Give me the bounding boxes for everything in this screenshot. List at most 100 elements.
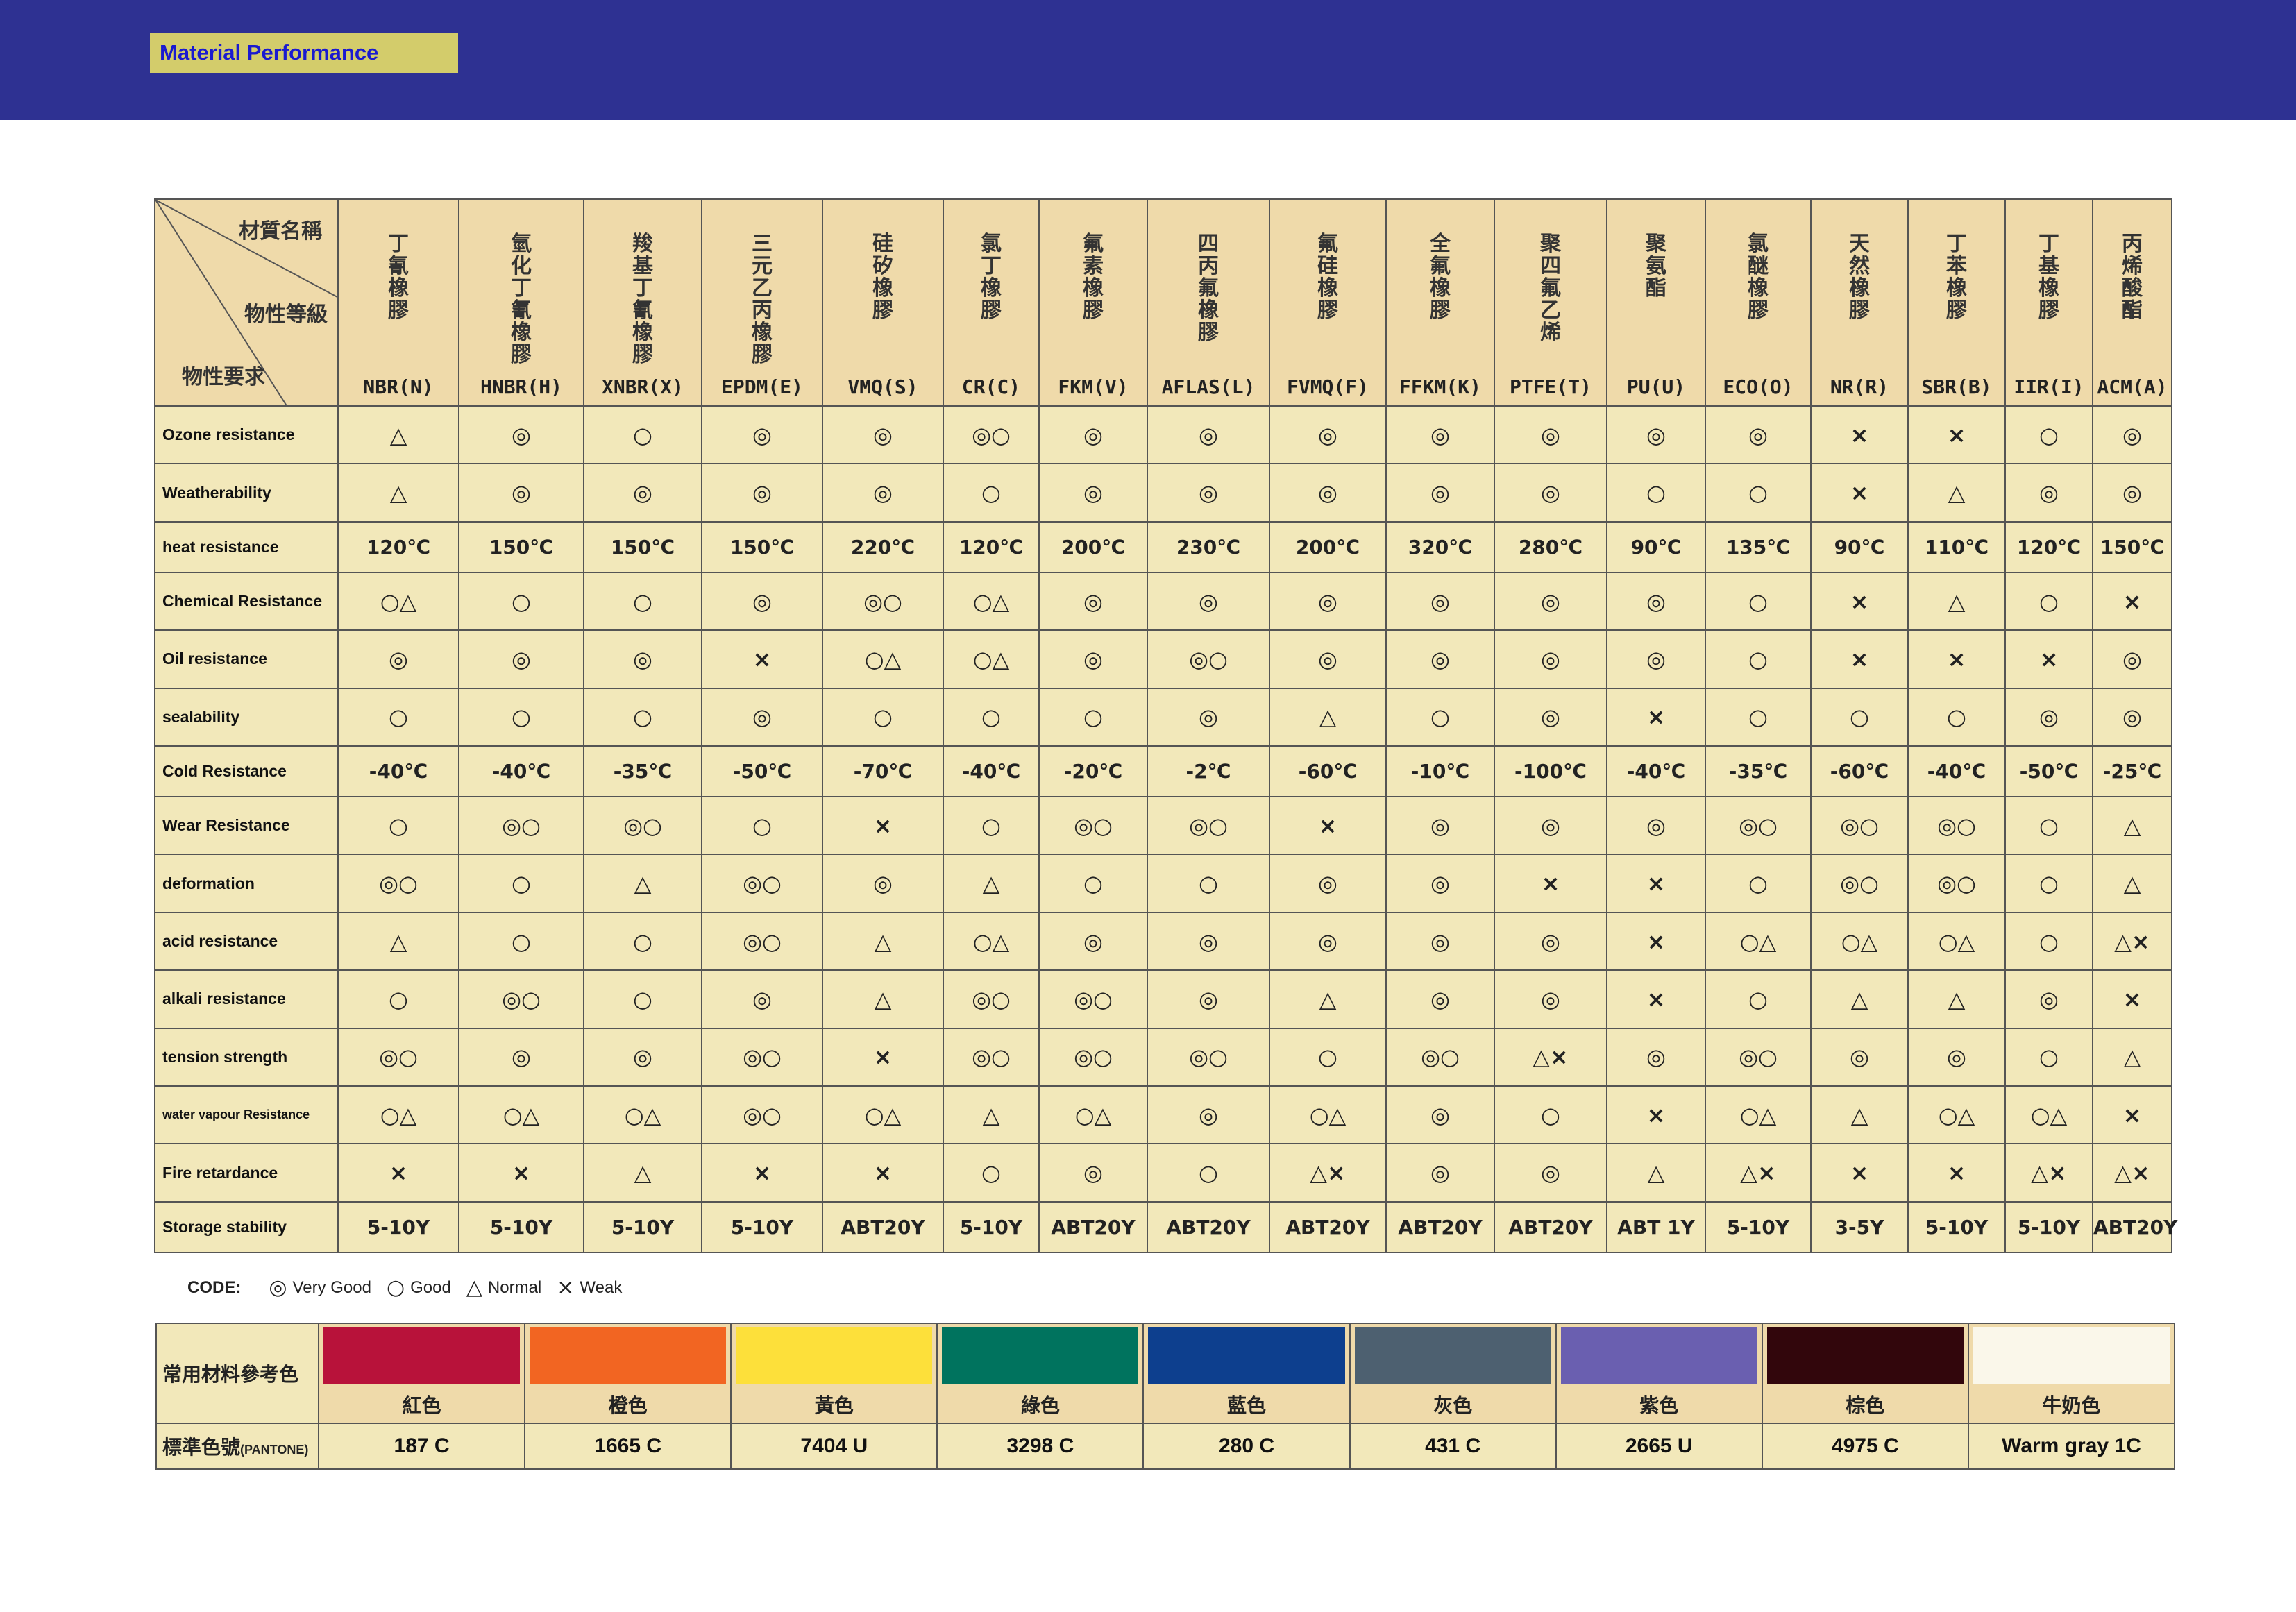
- rating-cell: ○: [1494, 1085, 1607, 1145]
- pantone-label-text: 標準色號: [162, 1436, 241, 1459]
- property-label: water vapour Resistance: [154, 1085, 339, 1145]
- rating-cell: ◎○: [701, 911, 823, 972]
- rating-cell: △: [1606, 1143, 1706, 1203]
- rating-cell: 320℃: [1385, 520, 1495, 573]
- rating-cell: -20℃: [1038, 745, 1148, 797]
- rating-cell: ◎: [1385, 795, 1495, 856]
- property-label: deformation: [154, 854, 339, 913]
- rating-cell: ○: [1385, 687, 1495, 747]
- rating-cell: ○: [458, 571, 584, 631]
- rating-cell: 220℃: [822, 520, 944, 573]
- material-name: 氯 醚 橡 膠: [1748, 232, 1769, 323]
- table-row: Wear Resistance ○ ◎○ ◎○ ○ × ○ ◎○ ◎○ × ◎ ◎ ◎ ◎○ ◎○ ◎○ ○ △: [154, 795, 2172, 856]
- rating-cell: ×: [822, 1027, 944, 1087]
- corner-property-grade: 物性等級: [244, 303, 328, 327]
- rating-cell: ◎○: [337, 854, 459, 913]
- rating-cell: ◎: [583, 629, 702, 689]
- reference-color-table: 常用材料參考色 紅色 橙色 黃色 綠色 藍色 灰色 紫色 棕色 牛奶色 標準色號(PANTONE…: [155, 1323, 2176, 1470]
- material-header: 丁 基 橡 膠 IIR(I): [2004, 198, 2093, 407]
- rating-cell: ×: [1907, 1143, 2006, 1203]
- rating-cell: ◎○: [458, 969, 584, 1029]
- property-label: Storage stability: [154, 1200, 339, 1254]
- material-header: 氯 丁 橡 膠 CR(C): [943, 198, 1040, 407]
- rating-cell: ◎: [1269, 911, 1387, 972]
- rating-cell: ○: [943, 795, 1040, 856]
- color-name: 棕色: [1846, 1394, 1885, 1417]
- rating-cell: ◎: [1147, 969, 1270, 1029]
- material-name: 氟 硅 橡 膠: [1317, 232, 1338, 323]
- pantone-code: 7404 U: [730, 1423, 938, 1470]
- rating-cell: ○△: [1705, 911, 1812, 972]
- rating-cell: △: [1269, 969, 1387, 1029]
- rating-cell: ◎: [458, 405, 584, 465]
- rating-cell: ◎: [1038, 405, 1148, 465]
- rating-cell: 90℃: [1810, 520, 1909, 573]
- material-code: PU(U): [1626, 375, 1686, 398]
- rating-cell: ◎: [1385, 1143, 1495, 1203]
- double-circle-icon: ◎: [269, 1275, 287, 1300]
- rating-cell: 200℃: [1269, 520, 1387, 573]
- rating-cell: ◎: [458, 629, 584, 689]
- corner-property-requirement: 物性要求: [182, 365, 265, 389]
- rating-cell: ◎○: [701, 1085, 823, 1145]
- rating-cell: ×: [2092, 969, 2172, 1029]
- rating-cell: ○: [1810, 687, 1909, 747]
- pantone-label: 標準色號(PANTONE): [155, 1423, 319, 1470]
- rating-cell: △: [2092, 1027, 2172, 1087]
- rating-cell: △×: [1705, 1143, 1812, 1203]
- material-header: 四 丙 氟 橡 膠 AFLAS(L): [1147, 198, 1270, 407]
- material-name: 丁 氰 橡 膠: [388, 232, 409, 323]
- table-row: tension strength ◎○ ◎ ◎ ◎○ × ◎○ ◎○ ◎○ ○ ◎○ △× ◎ ◎○ ◎ ◎ ○…: [154, 1027, 2172, 1087]
- rating-cell: △×: [1494, 1027, 1607, 1087]
- material-code: NR(R): [1830, 375, 1889, 398]
- rating-cell: △: [822, 911, 944, 972]
- rating-cell: 135℃: [1705, 520, 1812, 573]
- rating-cell: ○: [1147, 1143, 1270, 1203]
- rating-cell: ◎: [1385, 911, 1495, 972]
- rating-cell: △: [337, 405, 459, 465]
- rating-cell: ◎: [701, 463, 823, 523]
- pantone-code: Warm gray 1C: [1967, 1423, 2176, 1470]
- color-swatch: [1148, 1327, 1345, 1384]
- rating-cell: ○△: [943, 629, 1040, 689]
- rating-cell: ◎: [1147, 1085, 1270, 1145]
- rating-cell: ◎: [1038, 463, 1148, 523]
- material-header: 全 氟 橡 膠 FFKM(K): [1385, 198, 1495, 407]
- rating-cell: ◎○: [1907, 854, 2006, 913]
- material-header: 天 然 橡 膠 NR(R): [1810, 198, 1909, 407]
- rating-cell: ○△: [2004, 1085, 2093, 1145]
- rating-cell: ◎: [1606, 795, 1706, 856]
- material-name: 氫 化 丁 氰 橡 膠: [511, 232, 532, 367]
- rating-cell: ○△: [1038, 1085, 1148, 1145]
- rating-cell: -60℃: [1810, 745, 1909, 797]
- rating-cell: ◎○: [943, 1027, 1040, 1087]
- material-code: VMQ(S): [847, 375, 918, 398]
- rating-cell: ◎: [458, 463, 584, 523]
- material-header: 氫 化 丁 氰 橡 膠 HNBR(H): [458, 198, 584, 407]
- rating-cell: ○: [2004, 911, 2093, 972]
- rating-cell: ○: [1705, 969, 1812, 1029]
- color-swatch: [1766, 1327, 1964, 1384]
- rating-cell: ◎: [337, 629, 459, 689]
- rating-cell: ◎○: [1147, 1027, 1270, 1087]
- rating-cell: ○△: [822, 629, 944, 689]
- property-label: heat resistance: [154, 520, 339, 573]
- rating-cell: ○△: [1269, 1085, 1387, 1145]
- rating-cell: ◎: [1494, 911, 1607, 972]
- table-header-row: 材質名稱 物性等級 物性要求 丁 氰 橡 膠 NBR(N) 氫 化 丁 氰 橡 膠 H…: [154, 198, 2172, 407]
- table-row: alkali resistance ○ ◎○ ○ ◎ △ ◎○ ◎○ ◎ △ ◎ ◎ × ○ △ △ ◎ ×: [154, 969, 2172, 1029]
- rating-cell: ○: [1038, 687, 1148, 747]
- rating-cell: △: [337, 463, 459, 523]
- rating-cell: 150℃: [2092, 520, 2172, 573]
- rating-cell: ×: [2092, 571, 2172, 631]
- rating-cell: ×: [1269, 795, 1387, 856]
- pantone-code: 1665 C: [524, 1423, 732, 1470]
- rating-cell: 280℃: [1494, 520, 1607, 573]
- rating-cell: ×: [1810, 405, 1909, 465]
- rating-cell: ×: [1606, 911, 1706, 972]
- rating-cell: ◎○: [583, 795, 702, 856]
- rating-cell: -25℃: [2092, 745, 2172, 797]
- rating-cell: △: [1907, 969, 2006, 1029]
- property-label: Chemical Resistance: [154, 571, 339, 631]
- rating-cell: -40℃: [458, 745, 584, 797]
